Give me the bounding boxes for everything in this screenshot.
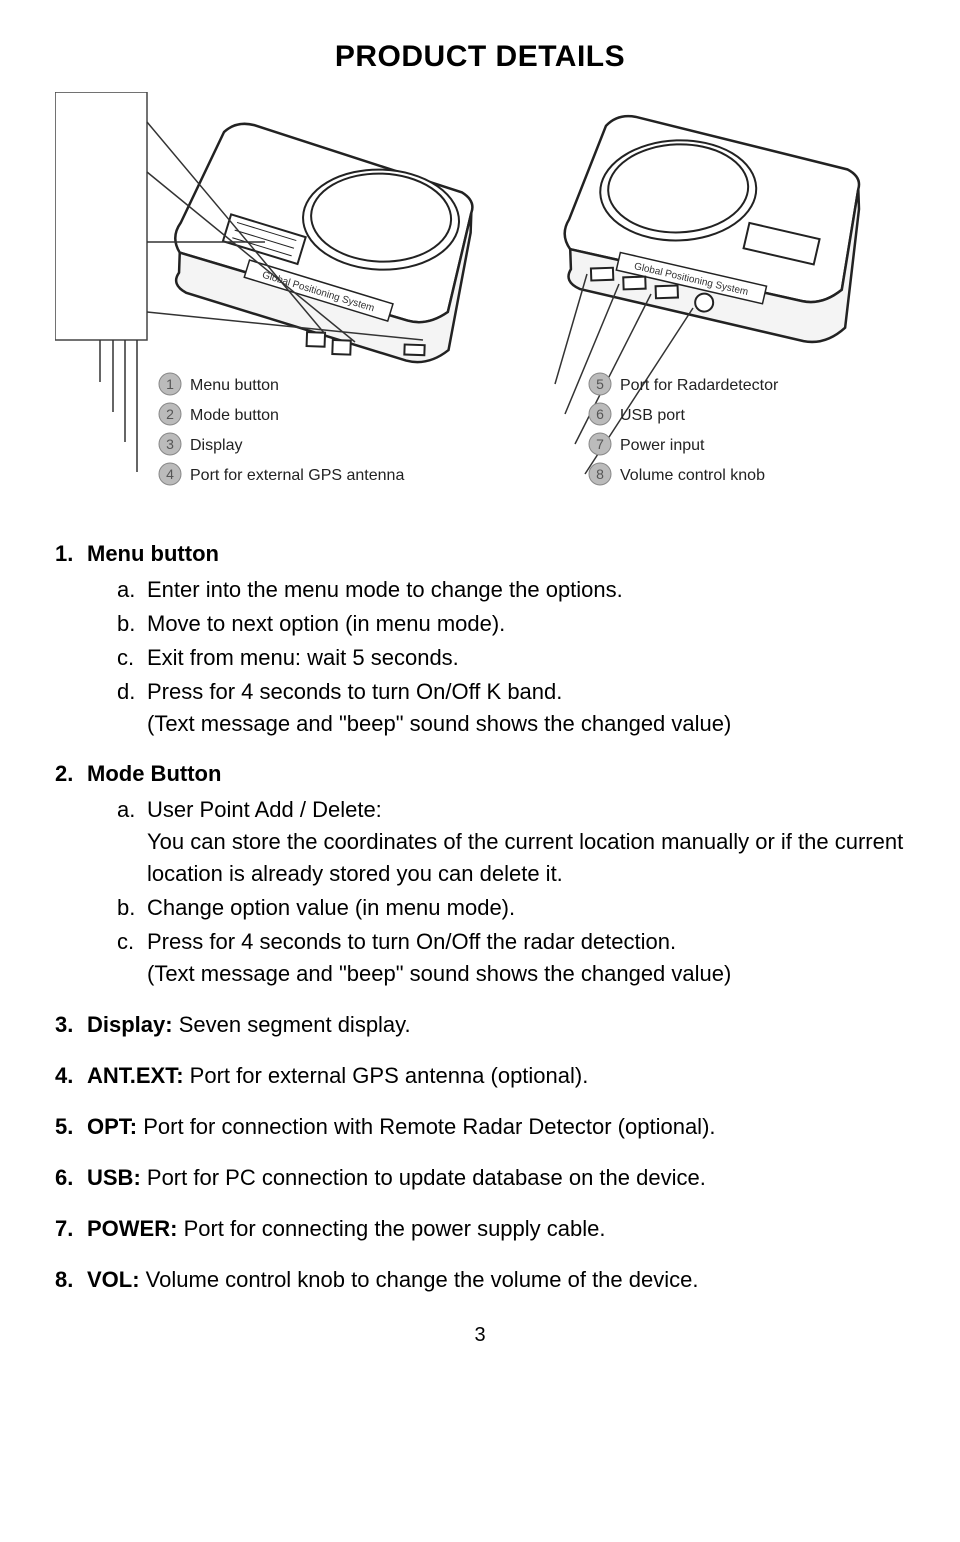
- item-menu-button: Menu button Enter into the menu mode to …: [55, 537, 905, 739]
- svg-text:2: 2: [166, 406, 174, 422]
- svg-text:5: 5: [596, 376, 604, 392]
- item-power: POWER: Port for connecting the power sup…: [55, 1212, 905, 1245]
- sub-item: Move to next option (in menu mode).: [117, 608, 905, 640]
- sub-item: Exit from menu: wait 5 seconds.: [117, 642, 905, 674]
- svg-text:Menu button: Menu button: [190, 377, 279, 394]
- item-display: Display: Seven segment display.: [55, 1008, 905, 1041]
- svg-text:Mode button: Mode button: [190, 407, 279, 424]
- item-mode-button: Mode Button User Point Add / Delete:You …: [55, 757, 905, 989]
- item-opt: OPT: Port for connection with Remote Rad…: [55, 1110, 905, 1143]
- sub-item: Change option value (in menu mode).: [117, 892, 905, 924]
- svg-text:6: 6: [596, 406, 604, 422]
- svg-text:Port for external GPS antenna: Port for external GPS antenna: [190, 467, 404, 484]
- sub-item: Press for 4 seconds to turn On/Off K ban…: [117, 676, 905, 740]
- product-diagram: Global Positioning System: [55, 92, 905, 512]
- svg-text:USB port: USB port: [620, 407, 685, 424]
- svg-text:3: 3: [166, 436, 174, 452]
- svg-text:Display: Display: [190, 437, 242, 454]
- sub-item: User Point Add / Delete:You can store th…: [117, 794, 905, 890]
- item-ant-ext: ANT.EXT: Port for external GPS antenna (…: [55, 1059, 905, 1092]
- svg-text:8: 8: [596, 466, 604, 482]
- diagram-legend-right: 5 Port for Radardetector 6 USB port 7 Power…: [589, 373, 779, 485]
- item-usb: USB: Port for PC connection to update da…: [55, 1161, 905, 1194]
- sub-item: Enter into the menu mode to change the o…: [117, 574, 905, 606]
- svg-text:Volume control knob: Volume control knob: [620, 467, 765, 484]
- svg-text:Power input: Power input: [620, 437, 705, 454]
- page-number: 3: [55, 1324, 905, 1347]
- svg-text:4: 4: [166, 466, 174, 482]
- svg-text:Port for Radardetector: Port for Radardetector: [620, 377, 779, 394]
- diagram-legend-left: 1 Menu button 2 Mode button 3 Display 4 Port…: [159, 373, 404, 485]
- details-list: Menu button Enter into the menu mode to …: [55, 537, 905, 1296]
- svg-text:1: 1: [166, 376, 174, 392]
- item-vol: VOL: Volume control knob to change the v…: [55, 1263, 905, 1296]
- svg-text:7: 7: [596, 436, 604, 452]
- page-title: PRODUCT DETAILS: [55, 40, 905, 74]
- sub-item: Press for 4 seconds to turn On/Off the r…: [117, 926, 905, 990]
